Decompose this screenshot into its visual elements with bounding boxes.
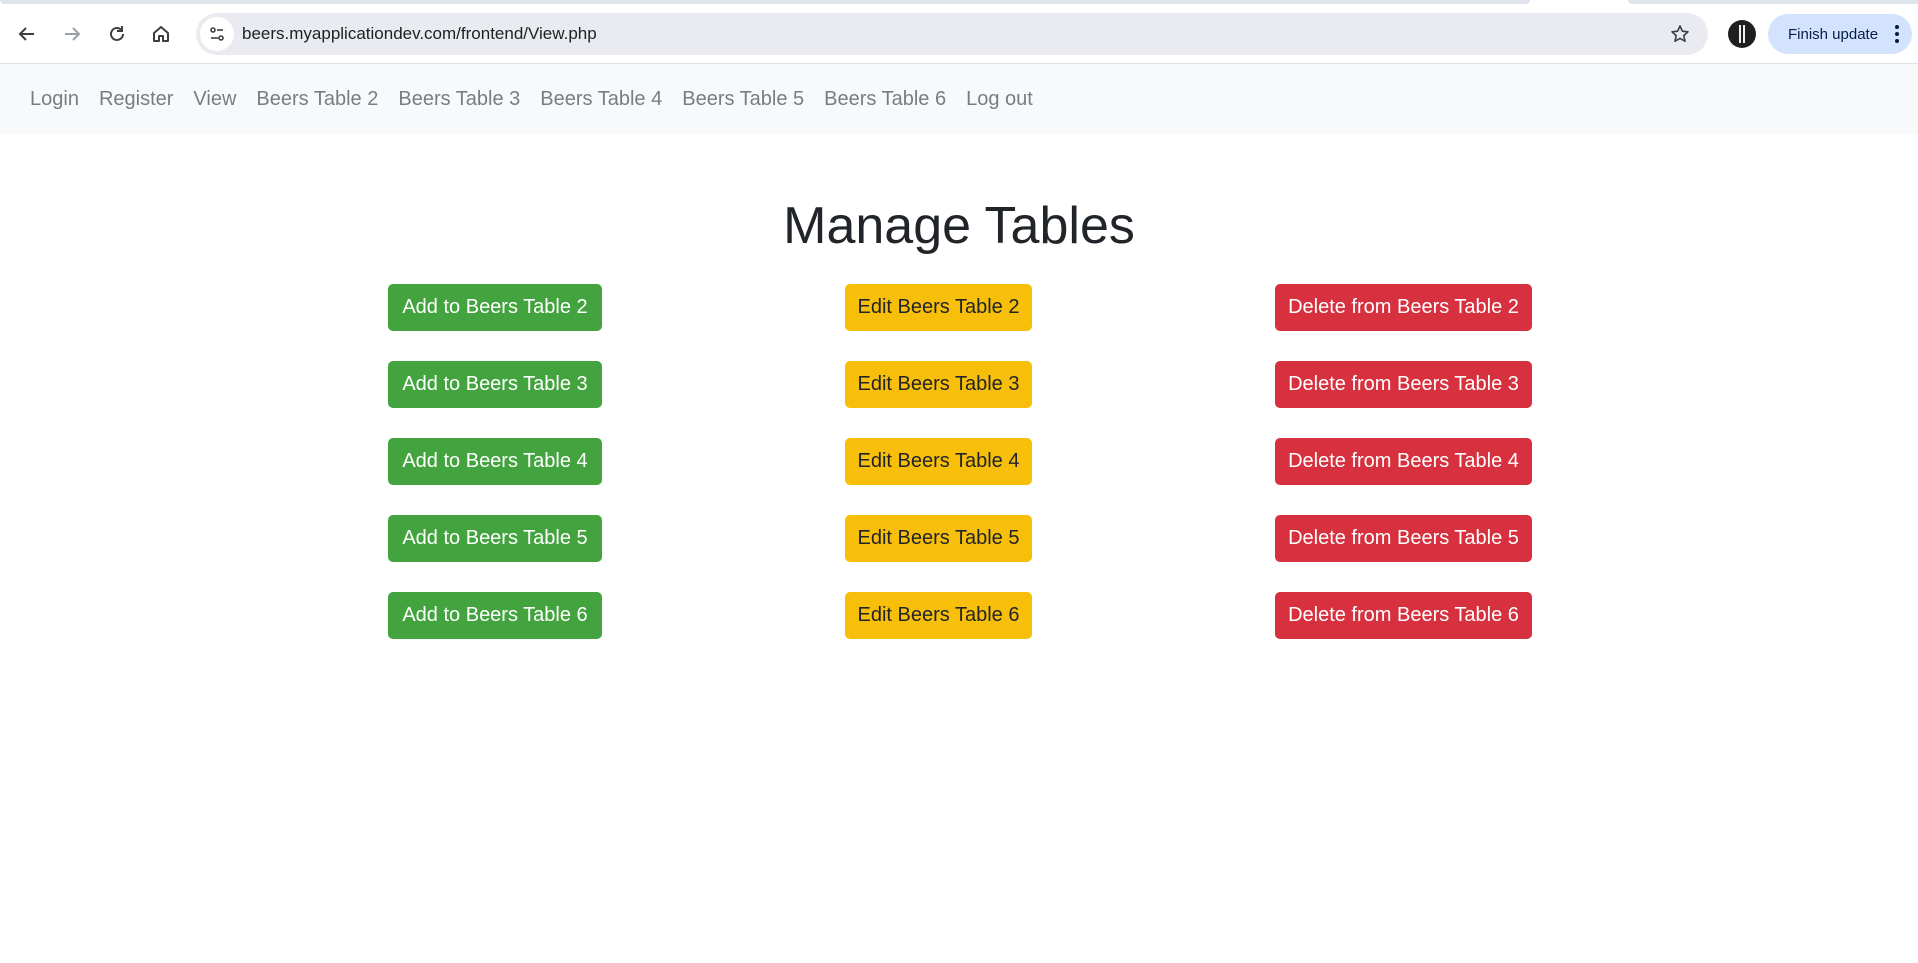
nav-view[interactable]: View	[193, 88, 236, 111]
tab-strip	[0, 0, 1530, 4]
add-beers-table-4-button[interactable]: Add to Beers Table 4	[388, 438, 602, 485]
address-bar[interactable]: beers.myapplicationdev.com/frontend/View…	[196, 13, 1708, 55]
nav-log-out[interactable]: Log out	[966, 88, 1033, 111]
nav-beers-table-2[interactable]: Beers Table 2	[256, 88, 378, 111]
edit-beers-table-2-button[interactable]: Edit Beers Table 2	[845, 284, 1032, 331]
nav-beers-table-6[interactable]: Beers Table 6	[824, 88, 946, 111]
reload-icon	[110, 26, 124, 41]
tab-strip-right	[1628, 0, 1918, 4]
kebab-icon	[1894, 25, 1900, 43]
finish-update-label: Finish update	[1788, 25, 1879, 43]
site-info-button[interactable]	[200, 17, 234, 51]
nav-beers-table-4[interactable]: Beers Table 4	[540, 88, 662, 111]
add-beers-table-2-button[interactable]: Add to Beers Table 2	[388, 284, 602, 331]
reload-button[interactable]	[100, 17, 134, 51]
star-icon	[1671, 25, 1689, 42]
arrow-left-icon	[18, 27, 34, 41]
edit-beers-table-6-button[interactable]: Edit Beers Table 6	[845, 592, 1032, 639]
home-icon	[153, 26, 169, 42]
profile-button[interactable]	[1728, 20, 1756, 48]
avatar-icon	[1729, 21, 1755, 47]
main-navbar: Login Register View Beers Table 2 Beers …	[0, 64, 1918, 134]
nav-beers-table-5[interactable]: Beers Table 5	[682, 88, 804, 111]
delete-beers-table-2-button[interactable]: Delete from Beers Table 2	[1275, 284, 1532, 331]
page-title: Manage Tables	[783, 197, 1135, 255]
add-beers-table-5-button[interactable]: Add to Beers Table 5	[388, 515, 602, 562]
bookmark-button[interactable]	[1668, 22, 1692, 46]
edit-beers-table-5-button[interactable]: Edit Beers Table 5	[845, 515, 1032, 562]
delete-beers-table-3-button[interactable]: Delete from Beers Table 3	[1275, 361, 1532, 408]
add-beers-table-6-button[interactable]: Add to Beers Table 6	[388, 592, 602, 639]
nav-register[interactable]: Register	[99, 88, 173, 111]
delete-beers-table-4-button[interactable]: Delete from Beers Table 4	[1275, 438, 1532, 485]
add-beers-table-3-button[interactable]: Add to Beers Table 3	[388, 361, 602, 408]
home-button[interactable]	[144, 17, 178, 51]
delete-beers-table-5-button[interactable]: Delete from Beers Table 5	[1275, 515, 1532, 562]
finish-update-button[interactable]: Finish update	[1768, 14, 1912, 54]
arrow-right-icon	[65, 27, 81, 41]
nav-beers-table-3[interactable]: Beers Table 3	[398, 88, 520, 111]
tune-icon	[210, 27, 224, 41]
forward-button[interactable]	[55, 17, 89, 51]
browser-toolbar: beers.myapplicationdev.com/frontend/View…	[0, 0, 1918, 64]
edit-beers-table-4-button[interactable]: Edit Beers Table 4	[845, 438, 1032, 485]
nav-login[interactable]: Login	[30, 88, 79, 111]
edit-beers-table-3-button[interactable]: Edit Beers Table 3	[845, 361, 1032, 408]
url-text[interactable]: beers.myapplicationdev.com/frontend/View…	[242, 24, 597, 44]
back-button[interactable]	[10, 17, 44, 51]
delete-beers-table-6-button[interactable]: Delete from Beers Table 6	[1275, 592, 1532, 639]
